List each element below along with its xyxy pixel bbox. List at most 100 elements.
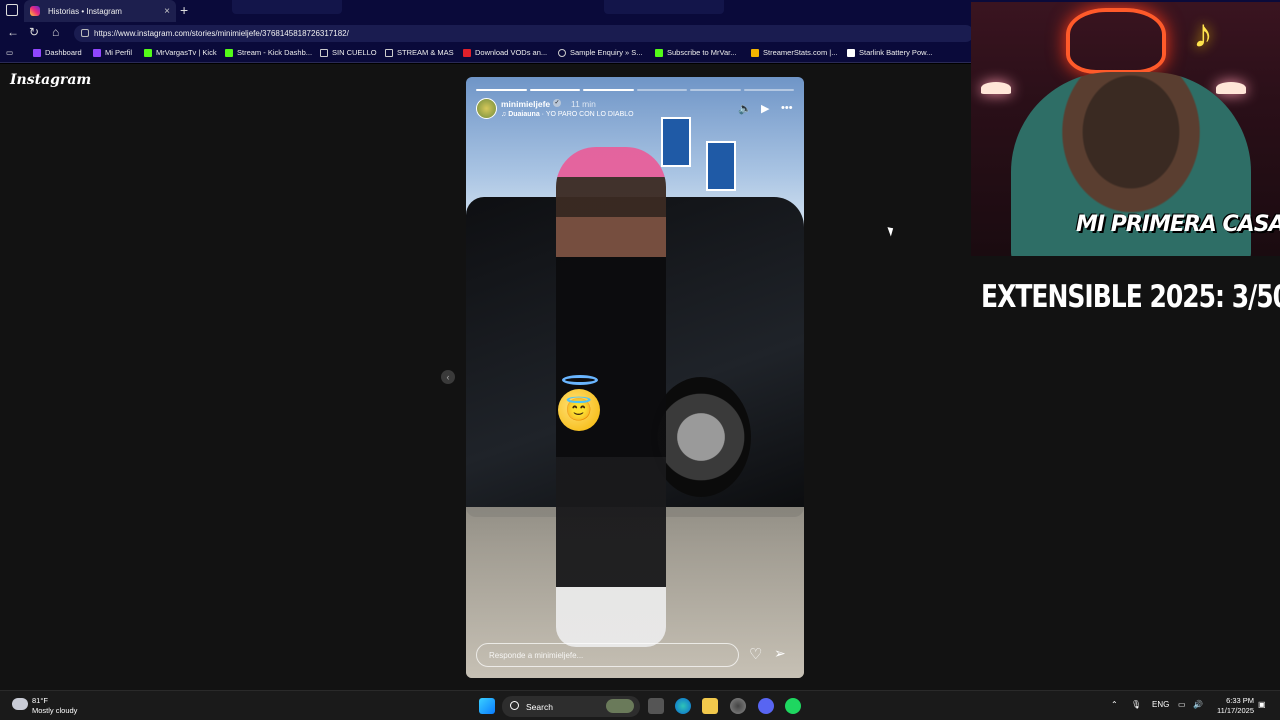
bookmark-label: SIN CUELLO [332, 48, 377, 57]
story-music-label[interactable]: ♫ Duaiauna · YO PARO CON LO DIABLO [501, 111, 634, 118]
folder-icon [320, 48, 328, 57]
more-options-icon[interactable]: ••• [781, 102, 793, 114]
inactive-tab[interactable] [604, 0, 724, 14]
tab-title: Historias • Instagram [48, 6, 122, 16]
bookmark-label: Subscribe to MrVar... [667, 48, 737, 57]
bookmark-label: STREAM & MAS [397, 48, 454, 57]
avatar[interactable] [476, 98, 497, 119]
starlink-icon [847, 48, 855, 57]
taskbar-search[interactable]: Search [502, 696, 640, 717]
instagram-logo[interactable]: Instagram [10, 72, 91, 88]
search-label: Search [526, 701, 553, 712]
bookmark-label: Mi Perfil [105, 48, 133, 57]
back-icon[interactable]: ← [7, 25, 19, 39]
bookmarks-menu-icon[interactable]: ▭ [6, 48, 13, 57]
bookmark-item[interactable]: Starlink Battery Pow... [847, 48, 932, 57]
spotify-icon[interactable] [785, 698, 801, 714]
kick-icon [655, 48, 663, 57]
bookmark-item[interactable]: Sample Enquiry » S... [558, 48, 643, 57]
home-icon[interactable]: ⌂ [52, 25, 59, 39]
sidebar-toggle-icon[interactable] [6, 4, 18, 16]
chevron-up-icon[interactable]: ⌃ [1111, 700, 1118, 709]
background-sign [706, 141, 736, 191]
bookmark-label: Dashboard [45, 48, 82, 57]
previous-story-button[interactable]: ‹ [441, 370, 455, 384]
folder-icon [385, 48, 393, 57]
weather-widget[interactable]: 81°F Mostly cloudy [32, 696, 77, 716]
new-tab-button[interactable]: + [180, 2, 188, 18]
mute-icon[interactable]: 🔈 [738, 102, 752, 115]
halo-sticker [562, 375, 598, 385]
channel-logo: MI PRIMERA CASA [1076, 212, 1280, 237]
reply-input[interactable] [489, 650, 738, 660]
url-text: https://www.instagram.com/stories/minimi… [94, 29, 349, 38]
kick-icon [225, 48, 233, 57]
progress-segment [636, 89, 687, 91]
clock-time: 6:33 PM [1226, 696, 1254, 705]
taskbar: 81°F Mostly cloudy Search ⌃ 🎙 ENG ▭ 🔊 6:… [0, 690, 1280, 720]
story-progress-bar [476, 89, 794, 91]
bookmark-favicon-icon [33, 48, 41, 57]
language-indicator[interactable]: ENG [1152, 700, 1169, 709]
verified-badge-icon: ✓ [553, 99, 561, 107]
music-title: YO PARO CON LO DIABLO [545, 111, 634, 118]
bookmark-item[interactable]: Mi Perfil [93, 48, 132, 57]
edge-browser-icon[interactable] [675, 698, 691, 714]
tab-close-icon[interactable]: × [164, 6, 170, 17]
bookmark-item[interactable]: Download VODs an... [463, 48, 547, 57]
bookmark-label: Stream - Kick Dashb... [237, 48, 313, 57]
bookmark-folder[interactable]: SIN CUELLO [320, 48, 377, 57]
bookmark-label: MrVargasTv | Kick [156, 48, 217, 57]
refresh-icon[interactable]: ↻ [29, 25, 39, 39]
task-view-icon[interactable] [648, 698, 664, 714]
story-viewer[interactable]: 😇 minimieljefe ✓ 11 min ♫ Duaiauna · YO … [466, 77, 804, 678]
url-field[interactable]: https://www.instagram.com/stories/minimi… [74, 25, 974, 42]
clock-date: 11/17/2025 [1217, 706, 1254, 715]
background-sign [661, 117, 691, 167]
bookmark-item[interactable]: Dashboard [33, 48, 82, 57]
bookmark-item[interactable]: Subscribe to MrVar... [655, 48, 736, 57]
windows-start-icon[interactable] [479, 698, 495, 714]
search-icon [510, 701, 519, 710]
bookmark-item[interactable]: MrVargasTv | Kick [144, 48, 217, 57]
search-highlight-icon [606, 699, 634, 713]
like-heart-icon[interactable]: ♡ [749, 645, 762, 663]
instagram-favicon-icon [30, 6, 40, 16]
neon-sign-decoration: ♪ [1193, 12, 1213, 56]
neon-sign-decoration [1066, 8, 1166, 74]
progress-segment [583, 89, 634, 91]
bookmark-favicon-icon [93, 48, 101, 57]
kick-icon [144, 48, 152, 57]
bookmark-folder[interactable]: STREAM & MAS [385, 48, 454, 57]
cloud-icon[interactable] [12, 698, 28, 710]
wall-lamp [1216, 82, 1246, 94]
progress-segment [690, 89, 741, 91]
site-info-icon[interactable] [81, 29, 89, 37]
chart-icon [751, 48, 759, 57]
temperature: 81°F [32, 696, 48, 705]
network-icon[interactable]: ▭ [1178, 700, 1186, 709]
globe-icon [558, 48, 566, 57]
story-timestamp: 11 min [571, 99, 596, 109]
share-send-icon[interactable]: ➢ [774, 645, 786, 662]
reply-field[interactable] [476, 643, 739, 667]
notification-icon[interactable]: ▣ [1258, 700, 1266, 709]
volume-icon[interactable]: 🔊 [1193, 700, 1203, 709]
bookmark-label: Starlink Battery Pow... [859, 48, 933, 57]
microphone-icon[interactable]: 🎙 [1131, 700, 1141, 709]
story-username[interactable]: minimieljefe [501, 99, 550, 109]
smiling-face-with-halo-sticker: 😇 [558, 389, 600, 431]
system-clock[interactable]: 6:33 PM 11/17/2025 [1210, 696, 1254, 716]
play-icon[interactable]: ▶ [761, 102, 769, 115]
inactive-tab[interactable] [232, 0, 342, 14]
wall-lamp [981, 82, 1011, 94]
app-icon[interactable] [730, 698, 746, 714]
tab-instagram[interactable]: Historias • Instagram × [24, 0, 176, 22]
story-header: minimieljefe ✓ 11 min ♫ Duaiauna · YO PA… [474, 97, 796, 123]
file-explorer-icon[interactable] [702, 698, 718, 714]
progress-segment [529, 89, 580, 91]
discord-icon[interactable] [758, 698, 774, 714]
bookmark-item[interactable]: StreamerStats.com |... [751, 48, 837, 57]
progress-segment [743, 89, 794, 91]
bookmark-item[interactable]: Stream - Kick Dashb... [225, 48, 312, 57]
